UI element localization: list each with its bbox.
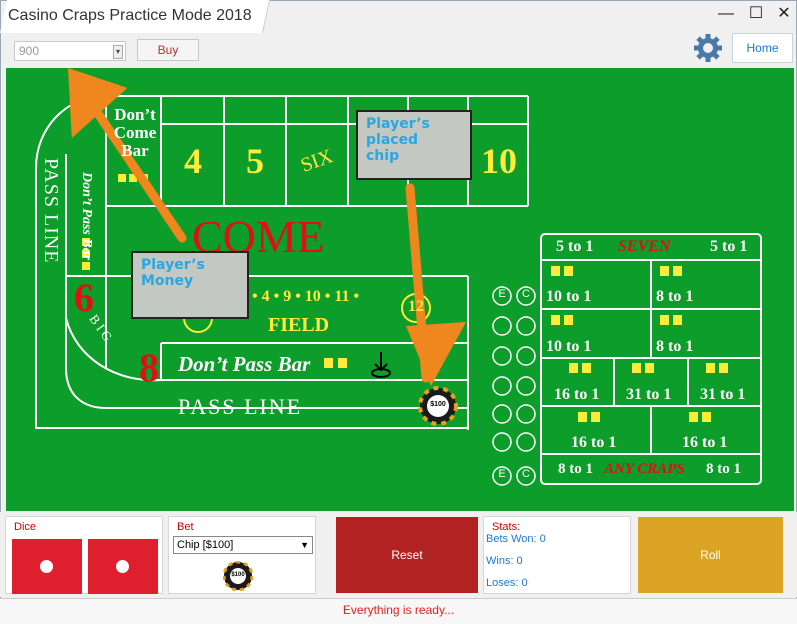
seven-bet[interactable]: SEVEN: [618, 238, 670, 256]
bet-panel: Bet Chip [$100] ▼ $100: [168, 516, 316, 594]
money-callout: Player’s Money: [131, 251, 249, 319]
two-odds[interactable]: 31 to 1: [626, 386, 671, 404]
buy-button[interactable]: Buy: [137, 39, 199, 61]
money-spinner[interactable]: ▾: [113, 45, 123, 59]
bet-label: Bet: [177, 521, 194, 533]
chip-callout: Player’s placed chip: [356, 110, 472, 180]
die-2-pip: [116, 560, 129, 573]
chip-callout-line2: placed: [366, 132, 419, 148]
seven-odds-right: 5 to 1: [710, 238, 748, 255]
twelve-odds[interactable]: 31 to 1: [700, 386, 745, 404]
e-bet-1[interactable]: E: [496, 288, 508, 300]
money-value: 900: [19, 44, 40, 58]
c-bet-7[interactable]: C: [520, 468, 532, 480]
c-bet-1[interactable]: C: [520, 288, 532, 300]
maximize-button[interactable]: ☐: [744, 4, 768, 24]
hard-six-odds[interactable]: 10 to 1: [546, 288, 591, 306]
point-10[interactable]: 10: [470, 140, 528, 182]
dont-come-text-3: Bar: [121, 141, 149, 160]
chevron-down-icon: ▼: [300, 540, 309, 550]
three-odds[interactable]: 16 to 1: [554, 386, 599, 404]
pass-line[interactable]: PASS LINE: [178, 394, 302, 420]
point-5[interactable]: 5: [226, 140, 284, 182]
die-2: [88, 539, 158, 594]
window-title: Casino Craps Practice Mode 2018: [8, 7, 252, 24]
pass-line-side-text: PASS LINE: [40, 158, 62, 264]
any-craps-bet[interactable]: ANY CRAPS: [604, 461, 685, 478]
money-callout-line1: Player’s: [141, 257, 205, 273]
pass-line-side[interactable]: PASS LINE: [40, 158, 62, 308]
seven-odds-left: 5 to 1: [556, 238, 594, 255]
stats-panel: Stats: Bets Won: 0 Wins: 0 Loses: 0: [483, 516, 631, 594]
eleven-odds-left[interactable]: 16 to 1: [571, 434, 616, 452]
chip-callout-line3: chip: [366, 148, 400, 164]
reset-button[interactable]: Reset: [336, 517, 478, 593]
craps-table: Don’t Come Bar Don’t Pass Bar PASS LINE …: [6, 68, 794, 511]
field-twelve: 12: [408, 298, 424, 315]
dont-pass-bar[interactable]: Don’t Pass Bar: [178, 352, 310, 377]
loses-stat: Loses: 0: [486, 577, 528, 589]
roll-button[interactable]: Roll: [638, 517, 783, 593]
dice-panel: Dice: [5, 516, 163, 594]
chip-callout-line1: Player’s: [366, 116, 430, 132]
chip-select[interactable]: Chip [$100] ▼: [173, 536, 313, 554]
field-area[interactable]: FIELD: [268, 314, 329, 337]
dont-come-text-2: Come: [113, 123, 157, 142]
close-button[interactable]: ✕: [772, 4, 796, 24]
money-field[interactable]: 900 ▾: [14, 41, 126, 61]
dice-label: Dice: [14, 521, 37, 533]
status-bar: Everything is ready...: [0, 598, 797, 624]
bets-won-stat: Bets Won: 0: [486, 533, 546, 545]
dont-come-text-1: Don’t: [114, 105, 156, 124]
die-1-pip: [40, 560, 53, 573]
dont-pass-bar-side-text: Don’t Pass Bar: [79, 172, 94, 261]
stats-label: Stats:: [492, 521, 521, 533]
money-callout-line2: Money: [141, 273, 194, 289]
placed-chip-value: $100: [430, 401, 446, 408]
wins-stat: Wins: 0: [486, 555, 523, 567]
die-1: [12, 539, 82, 594]
hard-eight-odds[interactable]: 10 to 1: [546, 338, 591, 356]
hard-ten-odds[interactable]: 8 to 1: [656, 288, 693, 306]
gear-icon[interactable]: [692, 32, 724, 64]
dont-pass-bar-side[interactable]: Don’t Pass Bar: [74, 172, 94, 272]
big-six[interactable]: 6: [74, 274, 94, 321]
chip-icon-value: $100: [231, 572, 245, 578]
dont-come-bar[interactable]: Don’t Come Bar: [110, 106, 160, 160]
craps-odds-left: 8 to 1: [558, 461, 593, 477]
point-4[interactable]: 4: [164, 140, 222, 182]
field-numbers: • 4 • 9 • 10 • 11 •: [252, 288, 360, 305]
eleven-odds-right[interactable]: 16 to 1: [682, 434, 727, 452]
hard-four-odds[interactable]: 8 to 1: [656, 338, 693, 356]
e-bet-7[interactable]: E: [496, 468, 508, 480]
minimize-button[interactable]: —: [714, 4, 738, 24]
big-eight[interactable]: 8: [139, 344, 159, 391]
craps-odds-right: 8 to 1: [706, 461, 741, 477]
home-button[interactable]: Home: [732, 33, 793, 63]
chip-select-value: Chip [$100]: [177, 539, 234, 551]
